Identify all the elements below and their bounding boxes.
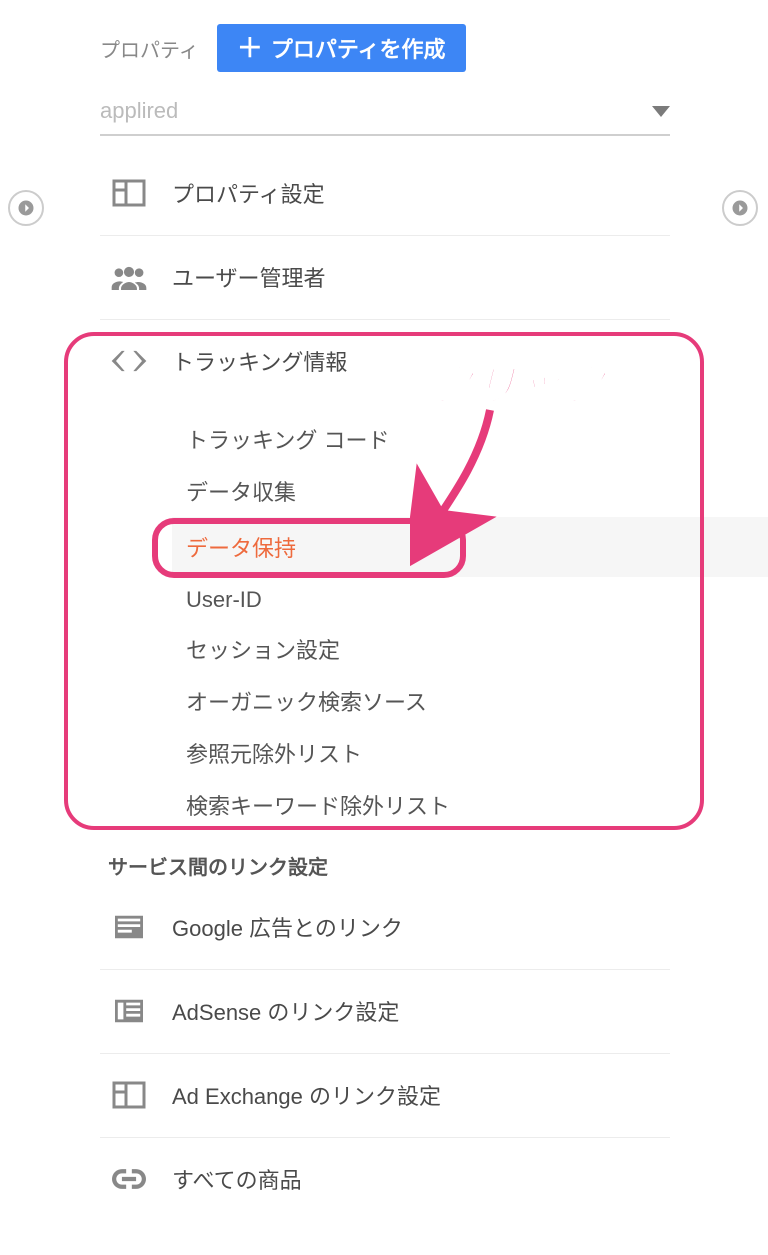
chevron-down-icon bbox=[652, 106, 670, 117]
menu-item-user-management[interactable]: ユーザー管理者 bbox=[100, 235, 670, 319]
menu-label: AdSense のリンク設定 bbox=[172, 995, 399, 1027]
submenu-item-data-retention[interactable]: データ保持 bbox=[172, 517, 768, 577]
property-select-value: applired bbox=[100, 98, 178, 124]
arrow-right-circle-icon bbox=[731, 199, 749, 217]
document-lines-icon bbox=[108, 910, 150, 944]
property-select[interactable]: applired bbox=[100, 98, 670, 136]
submenu-item-session-settings[interactable]: セッション設定 bbox=[186, 623, 670, 675]
menu-item-property-settings[interactable]: プロパティ設定 bbox=[100, 152, 670, 235]
create-property-button[interactable]: ＋ プロパティを作成 bbox=[217, 24, 466, 72]
code-icon bbox=[108, 344, 150, 378]
menu-label: ユーザー管理者 bbox=[172, 261, 326, 293]
header-label: プロパティ bbox=[100, 34, 199, 63]
list-columns-icon bbox=[108, 994, 150, 1028]
menu-item-all-products[interactable]: すべての商品 bbox=[100, 1137, 670, 1221]
submenu-item-search-term-exclusion[interactable]: 検索キーワード除外リスト bbox=[186, 779, 670, 831]
users-icon bbox=[108, 260, 150, 294]
tracking-submenu: トラッキング コード データ収集 データ保持 User-ID セッション設定 オ… bbox=[100, 403, 670, 841]
link-icon bbox=[108, 1162, 150, 1196]
plus-icon: ＋ bbox=[237, 35, 263, 61]
menu-item-adexchange-link[interactable]: Ad Exchange のリンク設定 bbox=[100, 1053, 670, 1137]
prev-handle[interactable] bbox=[8, 190, 44, 226]
property-panel: プロパティ ＋ プロパティを作成 applired プロパティ設定 ユーザー管理… bbox=[100, 24, 670, 1221]
submenu-item-tracking-code[interactable]: トラッキング コード bbox=[186, 413, 670, 465]
section-heading-linking: サービス間のリンク設定 bbox=[108, 851, 670, 880]
menu-label: すべての商品 bbox=[172, 1163, 302, 1195]
submenu-item-data-collection[interactable]: データ収集 bbox=[186, 465, 670, 517]
menu-item-google-ads-link[interactable]: Google 広告とのリンク bbox=[100, 886, 670, 969]
menu-label: トラッキング情報 bbox=[172, 345, 347, 377]
menu-label: Google 広告とのリンク bbox=[172, 911, 403, 943]
next-handle[interactable] bbox=[722, 190, 758, 226]
layout-icon bbox=[108, 176, 150, 210]
create-property-button-label: プロパティを作成 bbox=[271, 32, 446, 64]
menu-item-adsense-link[interactable]: AdSense のリンク設定 bbox=[100, 969, 670, 1053]
submenu-item-user-id[interactable]: User-ID bbox=[186, 577, 670, 623]
submenu-item-organic-search[interactable]: オーガニック検索ソース bbox=[186, 675, 670, 727]
arrow-right-circle-icon bbox=[17, 199, 35, 217]
menu-label: プロパティ設定 bbox=[172, 177, 325, 209]
menu-item-tracking-info[interactable]: トラッキング情報 bbox=[100, 319, 670, 403]
submenu-item-referral-exclusion[interactable]: 参照元除外リスト bbox=[186, 727, 670, 779]
menu-label: Ad Exchange のリンク設定 bbox=[172, 1079, 441, 1111]
layout-icon bbox=[108, 1078, 150, 1112]
